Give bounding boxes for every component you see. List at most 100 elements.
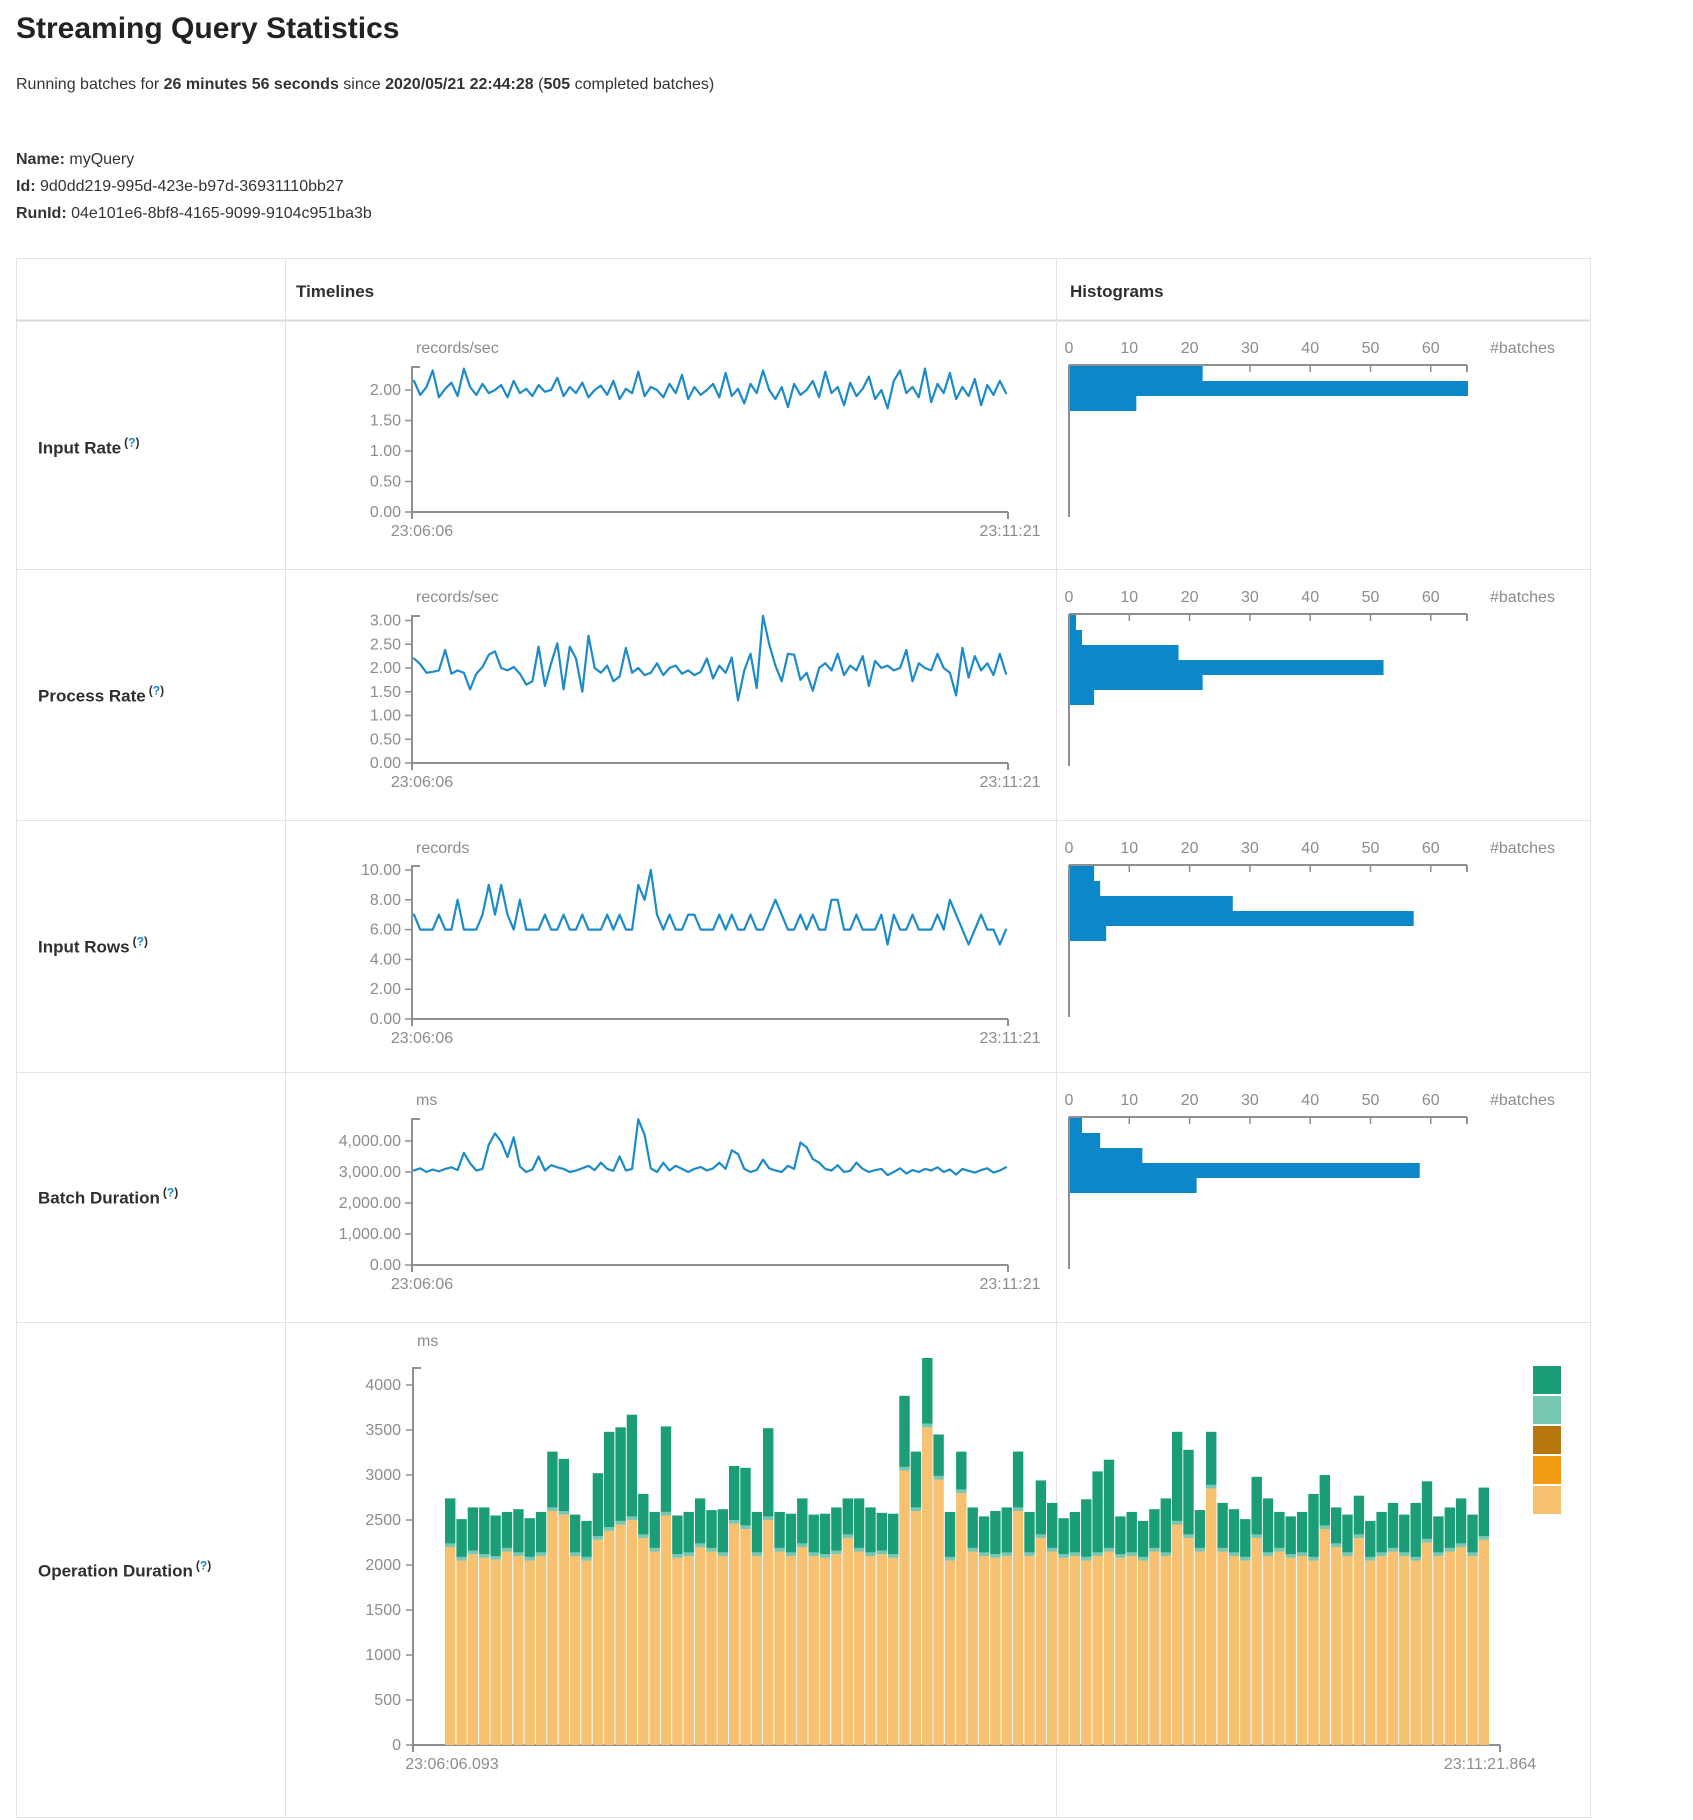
svg-text:30: 30 bbox=[1241, 589, 1259, 606]
svg-text:3500: 3500 bbox=[365, 1422, 401, 1439]
input-rows-histogram-bar-3 bbox=[1070, 911, 1414, 926]
svg-text:50: 50 bbox=[1362, 1092, 1380, 1109]
svg-text:0: 0 bbox=[1065, 840, 1074, 857]
batch-duration-histogram-bar-1 bbox=[1070, 1133, 1100, 1148]
svg-text:1.00: 1.00 bbox=[370, 443, 401, 460]
input-rate-timeline-chart: records/sec0.000.501.001.502.0023:06:062… bbox=[370, 340, 1041, 540]
svg-text:2.00: 2.00 bbox=[370, 660, 401, 677]
input-rate-timeline-line bbox=[414, 369, 1006, 409]
input-rows-timeline-line bbox=[414, 870, 1006, 945]
process-rate-timeline-x-start: 23:06:06 bbox=[391, 774, 453, 791]
svg-text:500: 500 bbox=[374, 1692, 401, 1709]
operation-duration-legend-swatch-2[interactable] bbox=[1533, 1426, 1561, 1454]
svg-text:0.50: 0.50 bbox=[370, 474, 401, 491]
svg-text:10: 10 bbox=[1120, 1092, 1138, 1109]
svg-text:0: 0 bbox=[392, 1737, 401, 1754]
process-rate-timeline-line bbox=[414, 616, 1006, 701]
svg-text:10: 10 bbox=[1120, 589, 1138, 606]
svg-text:20: 20 bbox=[1181, 589, 1199, 606]
process-rate-timeline-chart: records/sec0.000.501.001.502.002.503.002… bbox=[370, 589, 1041, 791]
operation-duration-x-start: 23:06:06.093 bbox=[405, 1756, 499, 1773]
svg-text:60: 60 bbox=[1422, 1092, 1440, 1109]
input-rows-histogram-bar-1 bbox=[1070, 881, 1100, 896]
batch-duration-histogram-chart: 0102030405060#batches bbox=[1065, 1092, 1555, 1269]
input-rate-timeline-unit-label: records/sec bbox=[416, 340, 499, 357]
svg-text:4,000.00: 4,000.00 bbox=[339, 1133, 401, 1150]
svg-text:3,000.00: 3,000.00 bbox=[339, 1164, 401, 1181]
svg-text:50: 50 bbox=[1362, 840, 1380, 857]
svg-text:50: 50 bbox=[1362, 340, 1380, 357]
svg-text:0: 0 bbox=[1065, 589, 1074, 606]
svg-text:60: 60 bbox=[1422, 340, 1440, 357]
input-rows-timeline-chart: records0.002.004.006.008.0010.0023:06:06… bbox=[361, 840, 1041, 1047]
process-rate-histogram-bar-0 bbox=[1070, 615, 1076, 630]
svg-text:1.50: 1.50 bbox=[370, 684, 401, 701]
batch-duration-histogram-unit-label: #batches bbox=[1490, 1092, 1555, 1109]
svg-text:0: 0 bbox=[1065, 340, 1074, 357]
svg-text:40: 40 bbox=[1301, 1092, 1319, 1109]
operation-duration-chart: ms 0 500 1000 1500 2000 2500 3000 3500 4000 23:06:… bbox=[365, 1333, 1561, 1773]
svg-text:2.00: 2.00 bbox=[370, 981, 401, 998]
svg-text:20: 20 bbox=[1181, 340, 1199, 357]
streaming-query-statistics-page: Streaming Query Statistics Running batch… bbox=[0, 0, 1693, 1820]
svg-text:10.00: 10.00 bbox=[361, 862, 401, 879]
batch-duration-timeline-line bbox=[414, 1119, 1006, 1175]
input-rate-histogram-bar-2 bbox=[1070, 396, 1136, 411]
batch-duration-histogram-bar-4 bbox=[1070, 1178, 1197, 1193]
input-rows-histogram-chart: 0 10 20 30 40 50 60 #batches bbox=[1065, 840, 1555, 1017]
svg-text:1,000.00: 1,000.00 bbox=[339, 1226, 401, 1243]
svg-text:0.00: 0.00 bbox=[370, 1257, 401, 1274]
svg-text:3.00: 3.00 bbox=[370, 613, 401, 630]
svg-text:3000: 3000 bbox=[365, 1467, 401, 1484]
input-rate-histogram-unit-label: #batches bbox=[1490, 340, 1555, 357]
svg-text:1500: 1500 bbox=[365, 1602, 401, 1619]
process-rate-timeline-x-end: 23:11:21 bbox=[979, 774, 1040, 791]
svg-text:2.00: 2.00 bbox=[370, 382, 401, 399]
process-rate-histogram-bar-2 bbox=[1070, 645, 1179, 660]
process-rate-histogram-chart: 0102030405060#batches bbox=[1065, 589, 1555, 766]
process-rate-histogram-bar-4 bbox=[1070, 675, 1203, 690]
svg-text:40: 40 bbox=[1301, 840, 1319, 857]
operation-duration-x-end: 23:11:21.864 bbox=[1444, 1756, 1536, 1773]
svg-text:2000: 2000 bbox=[365, 1557, 401, 1574]
batch-duration-histogram-bar-2 bbox=[1070, 1148, 1142, 1163]
operation-duration-legend-swatch-3[interactable] bbox=[1533, 1456, 1561, 1484]
process-rate-histogram-bar-1 bbox=[1070, 630, 1082, 645]
input-rate-histogram-chart: 0102030405060#batches bbox=[1065, 340, 1555, 517]
process-rate-timeline-unit-label: records/sec bbox=[416, 589, 499, 606]
operation-duration-legend-swatch-0[interactable] bbox=[1533, 1366, 1561, 1394]
svg-text:30: 30 bbox=[1241, 840, 1259, 857]
input-rows-timeline-x-end: 23:11:21 bbox=[979, 1030, 1040, 1047]
svg-text:40: 40 bbox=[1301, 340, 1319, 357]
process-rate-histogram-bar-3 bbox=[1070, 660, 1384, 675]
svg-text:1.50: 1.50 bbox=[370, 413, 401, 430]
batch-duration-timeline-x-end: 23:11:21 bbox=[979, 1276, 1040, 1293]
svg-text:0.00: 0.00 bbox=[370, 504, 401, 521]
svg-text:10: 10 bbox=[1120, 840, 1138, 857]
svg-text:60: 60 bbox=[1422, 589, 1440, 606]
svg-text:4000: 4000 bbox=[365, 1377, 401, 1394]
batch-duration-timeline-x-start: 23:06:06 bbox=[391, 1276, 453, 1293]
svg-text:30: 30 bbox=[1241, 340, 1259, 357]
svg-text:40: 40 bbox=[1301, 589, 1319, 606]
svg-text:2.50: 2.50 bbox=[370, 636, 401, 653]
process-rate-histogram-bar-5 bbox=[1070, 690, 1094, 705]
operation-duration-legend-swatch-1[interactable] bbox=[1533, 1396, 1561, 1424]
svg-text:1000: 1000 bbox=[365, 1647, 401, 1664]
svg-text:60: 60 bbox=[1422, 840, 1440, 857]
batch-duration-histogram-bar-3 bbox=[1070, 1163, 1420, 1178]
input-rows-timeline-x-start: 23:06:06 bbox=[391, 1030, 453, 1047]
input-rows-histogram-unit-label: #batches bbox=[1490, 840, 1555, 857]
svg-text:2500: 2500 bbox=[365, 1512, 401, 1529]
operation-duration-unit-label: ms bbox=[417, 1333, 438, 1350]
svg-text:1.00: 1.00 bbox=[370, 708, 401, 725]
svg-text:20: 20 bbox=[1181, 840, 1199, 857]
svg-text:2,000.00: 2,000.00 bbox=[339, 1195, 401, 1212]
input-rows-histogram-bar-0 bbox=[1070, 866, 1094, 881]
batch-duration-histogram-bar-0 bbox=[1070, 1118, 1082, 1133]
svg-text:30: 30 bbox=[1241, 1092, 1259, 1109]
input-rate-histogram-bar-1 bbox=[1070, 381, 1468, 396]
svg-text:20: 20 bbox=[1181, 1092, 1199, 1109]
process-rate-histogram-unit-label: #batches bbox=[1490, 589, 1555, 606]
operation-duration-legend-swatch-4[interactable] bbox=[1533, 1486, 1561, 1514]
